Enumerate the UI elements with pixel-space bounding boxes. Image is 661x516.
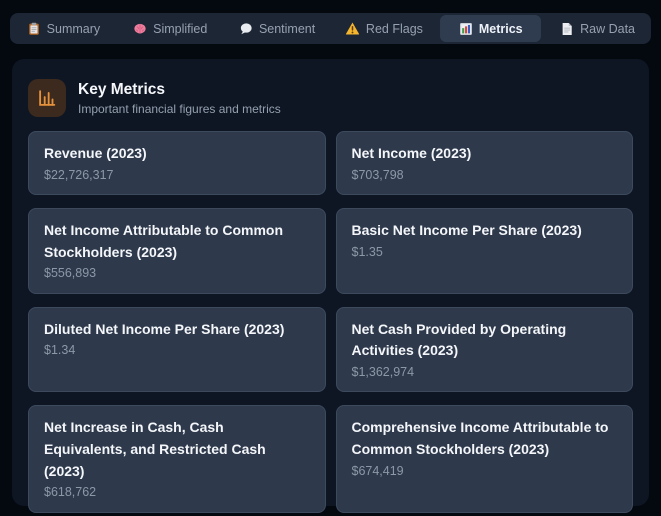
bar-chart-icon xyxy=(28,79,66,117)
bar-chart-icon xyxy=(459,22,473,36)
metric-card-revenue: Revenue (2023) $22,726,317 xyxy=(28,131,326,195)
tab-raw-data[interactable]: Raw Data xyxy=(547,15,648,42)
tab-red-flags[interactable]: Red Flags xyxy=(334,15,435,42)
metric-card-operating-cash: Net Cash Provided by Operating Activitie… xyxy=(335,306,633,393)
metric-card-diluted-eps: Diluted Net Income Per Share (2023) $1.3… xyxy=(28,306,326,393)
tab-metrics[interactable]: Metrics xyxy=(440,15,542,42)
metric-card-basic-eps: Basic Net Income Per Share (2023) $1.35 xyxy=(335,207,633,294)
tab-sentiment[interactable]: Sentiment xyxy=(227,15,328,42)
tab-simplified-label: Simplified xyxy=(153,21,208,36)
metric-value: $22,726,317 xyxy=(44,167,114,182)
metric-card-cash-increase: Net Increase in Cash, Cash Equivalents, … xyxy=(28,405,326,513)
page-subtitle: Important financial figures and metrics xyxy=(78,101,281,116)
metric-card-comprehensive-income: Comprehensive Income Attributable to Com… xyxy=(335,405,633,513)
metric-label: Revenue (2023) xyxy=(44,145,147,161)
metric-label: Comprehensive Income Attributable to Com… xyxy=(351,419,609,457)
warning-icon xyxy=(345,21,360,36)
page-icon xyxy=(560,22,574,36)
key-metrics-panel: Key Metrics Important financial figures … xyxy=(12,59,649,513)
metric-card-net-income-common: Net Income Attributable to Common Stockh… xyxy=(28,207,326,294)
metric-label: Net Income Attributable to Common Stockh… xyxy=(44,221,284,260)
metric-label: Diluted Net Income Per Share (2023) xyxy=(44,320,285,337)
page-title: Key Metrics xyxy=(78,80,166,98)
metric-value: $556,893 xyxy=(44,266,97,281)
panel-header: Key Metrics Important financial figures … xyxy=(28,79,633,117)
metric-label: Net Income (2023) xyxy=(351,145,472,161)
tab-summary-label: Summary xyxy=(46,21,101,36)
tab-metrics-label: Metrics xyxy=(478,21,523,36)
metric-value: $1.35 xyxy=(351,244,383,259)
brain-icon xyxy=(133,22,147,36)
tab-simplified[interactable]: Simplified xyxy=(120,15,221,42)
tab-red-flags-label: Red Flags xyxy=(365,21,423,36)
metric-value: $674,419 xyxy=(351,463,404,478)
metric-value: $1,362,974 xyxy=(351,364,415,379)
tab-bar: Summary Simplified Sentiment Red Flags M… xyxy=(10,13,651,44)
metric-card-net-income: Net Income (2023) $703,798 xyxy=(335,131,633,195)
speech-balloon-icon xyxy=(239,22,253,36)
metric-label: Net Increase in Cash, Cash Equivalents, … xyxy=(44,419,266,479)
metric-label: Basic Net Income Per Share (2023) xyxy=(351,221,582,238)
metric-label: Net Cash Provided by Operating Activitie… xyxy=(351,320,567,359)
metric-value: $703,798 xyxy=(351,167,404,182)
tab-summary[interactable]: Summary xyxy=(13,15,114,42)
tab-sentiment-label: Sentiment xyxy=(258,21,316,36)
clipboard-icon xyxy=(27,22,41,36)
metric-value: $1.34 xyxy=(44,343,76,358)
metric-value: $618,762 xyxy=(44,485,97,500)
tab-raw-data-label: Raw Data xyxy=(580,21,636,36)
metrics-grid: Revenue (2023) $22,726,317 Net Income (2… xyxy=(28,131,633,513)
